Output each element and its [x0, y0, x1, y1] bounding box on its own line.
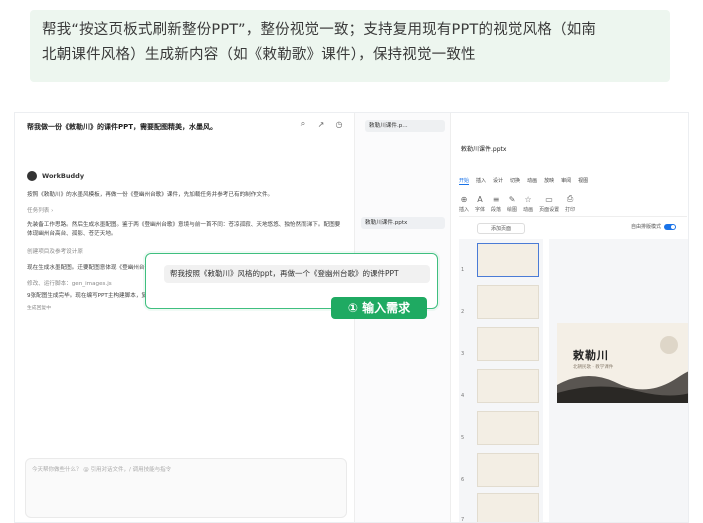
ribbon-print[interactable]: ⎙ 打印 — [565, 194, 575, 213]
add-page-button[interactable]: 添加页面 — [477, 223, 525, 234]
chat-pane: 帮我做一份《敕勒川》的课件PPT，需要配图精美，水墨风。 ⌕ ↗ ◷ WorkB… — [15, 113, 355, 522]
share-icon[interactable]: ↗ — [316, 119, 326, 129]
print-icon: ⎙ — [566, 194, 574, 203]
smart-toggle[interactable]: 自由排版模式 — [631, 223, 677, 230]
ribbon-insert[interactable]: ⊕ 插入 — [459, 195, 469, 213]
chat-title: 帮我做一份《敕勒川》的课件PPT，需要配图精美，水墨风。 — [27, 123, 218, 131]
ppt-menu: 开始 插入 设计 切换 动画 放映 审阅 视图 — [459, 177, 588, 185]
slide-thumbnail[interactable] — [477, 493, 539, 522]
ribbon-animation[interactable]: ☆ 动画 — [523, 195, 533, 213]
ribbon-label: 插入 — [459, 206, 470, 213]
ribbon-page-setup[interactable]: ▭ 页面设置 — [539, 195, 559, 213]
ribbon-paragraph[interactable]: ≡ 段落 — [491, 195, 501, 213]
slide-thumbnail[interactable] — [477, 243, 539, 277]
chat-input-placeholder: 今天帮你做些什么？ @ 引用对话文件，/ 调用技能与指令 — [32, 467, 172, 473]
ribbon-label: 段落 — [491, 206, 502, 213]
slide-canvas: 敕勒川 北朝民歌 · 教学课件 — [549, 239, 688, 522]
slide-thumbnail[interactable] — [477, 411, 539, 445]
ribbon-label: 字体 — [475, 206, 486, 213]
ribbon-font[interactable]: A 字体 — [475, 195, 485, 213]
chat-input[interactable]: 今天帮你做些什么？ @ 引用对话文件，/ 调用技能与指令 — [25, 458, 347, 518]
menu-item[interactable]: 开始 — [459, 177, 470, 185]
request-text: 帮我按照《敕勒川》风格的ppt，再做一个《登幽州台歌》的课件PPT — [164, 265, 430, 283]
chat-toolbar: ⌕ ↗ ◷ — [298, 119, 344, 129]
caption-line-1: 帮我“按这页板式刷新整份PPT”，整份视觉一致；支持复用现有PPT的视觉风格（如… — [42, 22, 597, 38]
animation-icon: ☆ — [524, 194, 532, 204]
ribbon-label: 动画 — [523, 206, 534, 213]
app-screenshot: 帮我做一份《敕勒川》的课件PPT，需要配图精美，水墨风。 ⌕ ↗ ◷ WorkB… — [14, 112, 689, 523]
slide-thumbnail[interactable] — [477, 453, 539, 487]
search-icon[interactable]: ⌕ — [298, 119, 308, 129]
slide-thumbnail[interactable] — [477, 369, 539, 403]
menu-item[interactable]: 审阅 — [561, 177, 571, 185]
slide-title: 敕勒川 — [573, 349, 609, 362]
thumb-number: 7 — [461, 517, 465, 523]
menu-item[interactable]: 插入 — [476, 177, 486, 185]
slide-thumbnail[interactable] — [477, 327, 539, 361]
file-item[interactable]: 敕勒川课件.pptx — [361, 217, 445, 229]
bot-logo-icon — [27, 171, 37, 181]
slide-thumbnail[interactable] — [477, 285, 539, 319]
ppt-editor: 敕勒川课件.pptx 开始 插入 设计 切换 动画 放映 审阅 视图 ⊕ 插入 A… — [451, 113, 688, 523]
menu-item[interactable]: 设计 — [493, 177, 503, 185]
insert-icon: ⊕ — [460, 194, 468, 204]
mountain-ink-art — [557, 336, 688, 403]
toggle-switch[interactable] — [664, 223, 677, 230]
menu-item[interactable]: 动画 — [527, 177, 537, 185]
font-icon: A — [477, 194, 483, 204]
slide-subtitle: 北朝民歌 · 教学课件 — [573, 365, 614, 370]
bot-name: WorkBuddy — [42, 172, 85, 180]
ppt-ribbon: ⊕ 插入 A 字体 ≡ 段落 ✎ 绘图 ☆ 动画 ▭ 页面设置 ⎙ 打印 — [459, 191, 687, 217]
bot-header: WorkBuddy — [27, 171, 84, 181]
task-list-link[interactable]: 任务列表 › — [27, 207, 342, 216]
thumb-number: 6 — [461, 477, 465, 483]
page-setup-icon: ▭ — [545, 194, 553, 204]
ribbon-label: 打印 — [565, 207, 576, 213]
menu-item[interactable]: 视图 — [578, 177, 588, 185]
slide-thumbnails: 1 2 3 4 5 6 7 — [459, 239, 543, 523]
ribbon-label: 页面设置 — [539, 206, 560, 213]
thumb-number: 1 — [461, 267, 465, 273]
history-icon[interactable]: ◷ — [334, 119, 344, 129]
paragraph-icon: ≡ — [492, 194, 500, 204]
ppt-file-name: 敕勒川课件.pptx — [461, 146, 507, 153]
menu-item[interactable]: 切换 — [510, 177, 520, 185]
chat-message: 先装备工作思路。然后生成水墨配图。鉴于两《登幽州台歌》意境与前一首不同：苍凉孤寂… — [27, 222, 341, 237]
thumb-number: 4 — [461, 393, 465, 399]
file-tab[interactable]: 敕勒川课件.p... — [365, 120, 445, 132]
current-slide[interactable]: 敕勒川 北朝民歌 · 教学课件 — [557, 323, 688, 403]
ribbon-label: 绘图 — [507, 206, 518, 213]
step-badge: ① 输入需求 — [331, 297, 427, 319]
smart-toggle-label: 自由排版模式 — [631, 224, 662, 230]
draw-icon: ✎ — [508, 194, 516, 204]
chat-message: 按照《敕勒川》的水墨风模板，再做一份《登幽州台歌》课件，先加载任务并参考已有的制… — [27, 192, 274, 198]
caption-box: 帮我“按这页板式刷新整份PPT”，整份视觉一致；支持复用现有PPT的视觉风格（如… — [30, 10, 670, 82]
ribbon-draw[interactable]: ✎ 绘图 — [507, 195, 517, 213]
thumb-number: 2 — [461, 309, 465, 315]
thumb-number: 5 — [461, 435, 465, 441]
caption-line-2: 北朝课件风格）生成新内容（如《敕勒歌》课件），保持视觉一致性 — [42, 47, 476, 63]
menu-item[interactable]: 放映 — [544, 177, 554, 185]
thumb-number: 3 — [461, 351, 465, 357]
